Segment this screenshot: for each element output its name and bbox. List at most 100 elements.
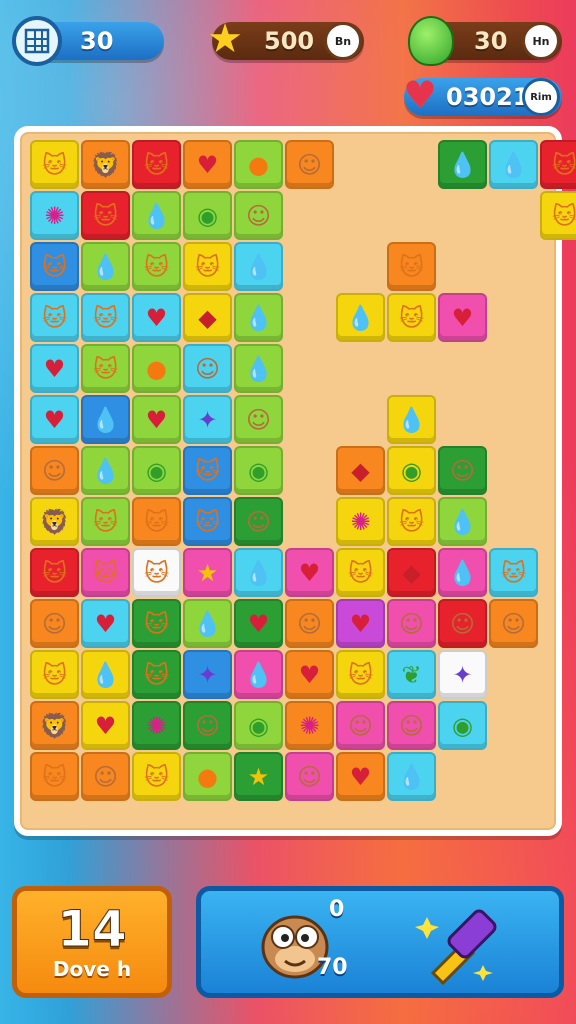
tile-cat[interactable]: 🐱 [30, 650, 79, 699]
tile-face[interactable]: ☺ [387, 599, 436, 648]
tile-heart[interactable]: ♥ [183, 140, 232, 189]
tile-drop[interactable]: 💧 [387, 752, 436, 801]
tile-heart[interactable]: ♥ [285, 650, 334, 699]
tile-drop[interactable]: 💧 [132, 191, 181, 240]
tile-star[interactable]: ★ [183, 548, 232, 597]
tile-heart[interactable]: ♥ [132, 395, 181, 444]
tile-drop[interactable]: 💧 [234, 548, 283, 597]
tile-cat[interactable]: 🐱 [81, 344, 130, 393]
tile-face[interactable]: ☺ [438, 446, 487, 495]
tile-cat[interactable]: 🐱 [540, 191, 576, 240]
tile-cat[interactable]: 🐱 [540, 140, 576, 189]
tile-heart[interactable]: ♥ [234, 599, 283, 648]
tile-drop[interactable]: 💧 [387, 395, 436, 444]
tile-cat[interactable]: 🐱 [81, 497, 130, 546]
tile-drop[interactable]: 💧 [234, 242, 283, 291]
tile-cat[interactable]: 🐱 [132, 599, 181, 648]
tile-face[interactable]: ☺ [234, 497, 283, 546]
tile-drop[interactable]: 💧 [438, 548, 487, 597]
tile-heart[interactable]: ♥ [336, 752, 385, 801]
gem-count-button[interactable]: Hn [522, 22, 560, 60]
tile-bird[interactable]: ✦ [438, 650, 487, 699]
tile-drop[interactable]: 💧 [234, 650, 283, 699]
tile-cat[interactable]: 🐱 [132, 242, 181, 291]
tile-drop[interactable]: 💧 [234, 344, 283, 393]
tile-face[interactable]: ☺ [285, 140, 334, 189]
tile-cat[interactable]: 🐱 [183, 497, 232, 546]
tile-cat[interactable]: 🐱 [387, 242, 436, 291]
tile-cat[interactable]: 🐱 [183, 242, 232, 291]
tile-heart[interactable]: ♥ [285, 548, 334, 597]
tile-lime[interactable]: ◉ [132, 446, 181, 495]
tile-cat[interactable]: 🐱 [81, 191, 130, 240]
tile-drop[interactable]: 💧 [81, 446, 130, 495]
tile-splat[interactable]: ✺ [30, 191, 79, 240]
tile-face[interactable]: ☺ [81, 752, 130, 801]
tile-face[interactable]: ☺ [438, 599, 487, 648]
tile-lime[interactable]: ◉ [387, 446, 436, 495]
tile-face[interactable]: ☺ [183, 701, 232, 750]
tile-face[interactable]: ☺ [30, 446, 79, 495]
tile-drop[interactable]: 💧 [438, 140, 487, 189]
tile-heart[interactable]: ♥ [30, 344, 79, 393]
tile-orange[interactable]: ● [234, 140, 283, 189]
tile-lion[interactable]: 🦁 [81, 140, 130, 189]
heart-score-button[interactable]: Rim [522, 78, 560, 116]
tile-drop[interactable]: 💧 [336, 293, 385, 342]
tile-drop[interactable]: 💧 [489, 140, 538, 189]
tile-splat[interactable]: ✺ [285, 701, 334, 750]
star-score-button[interactable]: Bn [324, 22, 362, 60]
tile-orange[interactable]: ● [132, 344, 181, 393]
tile-cat[interactable]: 🐱 [336, 650, 385, 699]
tile-lime[interactable]: ◉ [438, 701, 487, 750]
hammer-booster-button[interactable] [413, 903, 503, 987]
tile-splat[interactable]: ✺ [132, 701, 181, 750]
tile-drop[interactable]: 💧 [234, 293, 283, 342]
tile-splat[interactable]: ✺ [336, 497, 385, 546]
tile-face[interactable]: ☺ [234, 191, 283, 240]
tile-bird[interactable]: ✦ [183, 395, 232, 444]
tile-heart[interactable]: ♥ [438, 293, 487, 342]
tile-bird[interactable]: ✦ [183, 650, 232, 699]
tile-star[interactable]: ★ [234, 752, 283, 801]
tile-cat[interactable]: 🐱 [183, 446, 232, 495]
tile-bag[interactable]: ◆ [183, 293, 232, 342]
tile-face[interactable]: ☺ [285, 599, 334, 648]
tile-face[interactable]: ☺ [285, 752, 334, 801]
tile-face[interactable]: ☺ [489, 599, 538, 648]
tile-heart[interactable]: ♥ [30, 395, 79, 444]
tile-lime[interactable]: ◉ [234, 701, 283, 750]
tile-orange[interactable]: ● [183, 752, 232, 801]
tile-cat[interactable]: 🐱 [336, 548, 385, 597]
tile-cat[interactable]: 🐱 [132, 140, 181, 189]
tile-face[interactable]: ☺ [336, 701, 385, 750]
tile-face[interactable]: ☺ [30, 599, 79, 648]
tile-drop[interactable]: 💧 [81, 395, 130, 444]
tile-cat[interactable]: 🐱 [132, 752, 181, 801]
tile-bag[interactable]: ◆ [336, 446, 385, 495]
tile-face[interactable]: ☺ [387, 701, 436, 750]
tile-heart[interactable]: ♥ [336, 599, 385, 648]
tile-bag[interactable]: ◆ [387, 548, 436, 597]
tile-face[interactable]: ☺ [183, 344, 232, 393]
tile-heart[interactable]: ♥ [81, 701, 130, 750]
tile-heart[interactable]: ♥ [132, 293, 181, 342]
tile-lion[interactable]: 🦁 [30, 701, 79, 750]
tile-cat[interactable]: 🐱 [81, 548, 130, 597]
tile-drop[interactable]: 💧 [81, 650, 130, 699]
tile-lime[interactable]: ◉ [183, 191, 232, 240]
tile-lime[interactable]: ◉ [234, 446, 283, 495]
tile-cat[interactable]: 🐱 [30, 293, 79, 342]
tile-leaf[interactable]: ❦ [387, 650, 436, 699]
tile-cat[interactable]: 🐱 [489, 548, 538, 597]
tile-cat[interactable]: 🐱 [387, 497, 436, 546]
tile-cat[interactable]: 🐱 [81, 293, 130, 342]
tile-cat[interactable]: 🐱 [132, 548, 181, 597]
tile-cat[interactable]: 🐱 [132, 650, 181, 699]
tile-cat[interactable]: 🐱 [30, 548, 79, 597]
tile-cat[interactable]: 🐱 [30, 140, 79, 189]
tile-face[interactable]: ☺ [234, 395, 283, 444]
tile-cat[interactable]: 🐱 [387, 293, 436, 342]
tile-drop[interactable]: 💧 [183, 599, 232, 648]
tile-cat[interactable]: 🐱 [30, 242, 79, 291]
